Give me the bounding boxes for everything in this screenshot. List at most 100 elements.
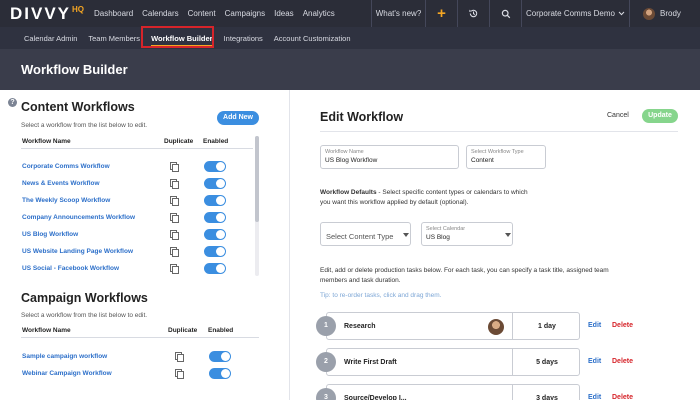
- history-button[interactable]: [457, 0, 489, 27]
- enabled-toggle[interactable]: [204, 178, 226, 189]
- workflow-link[interactable]: Company Announcements Workflow: [22, 214, 135, 221]
- duplicate-icon[interactable]: [170, 213, 179, 223]
- workflow-defaults-text: Workflow Defaults - Select specific cont…: [320, 188, 660, 208]
- task-card[interactable]: Write First Draft 5 days: [326, 348, 580, 376]
- nav-dashboard[interactable]: Dashboard: [94, 9, 133, 18]
- task-duration: 5 days: [536, 359, 558, 366]
- enabled-toggle[interactable]: [209, 368, 231, 379]
- cancel-button[interactable]: Cancel: [607, 112, 629, 119]
- nav-content[interactable]: Content: [188, 9, 216, 18]
- col-workflow-name: Workflow Name: [22, 138, 71, 145]
- help-icon[interactable]: ?: [8, 98, 17, 107]
- toggle-knob: [221, 369, 230, 378]
- enabled-toggle[interactable]: [204, 229, 226, 240]
- nav-ideas[interactable]: Ideas: [274, 9, 294, 18]
- workflow-link[interactable]: Corporate Comms Workflow: [22, 163, 110, 170]
- duplicate-icon-front: [172, 181, 179, 189]
- task-row[interactable]: 3 Source/Develop I... 3 days: [316, 384, 580, 400]
- task-edit-link[interactable]: Edit: [588, 322, 601, 329]
- subnav-calendar-admin[interactable]: Calendar Admin: [24, 34, 77, 43]
- task-row[interactable]: 1 Research 1 day: [316, 312, 580, 340]
- toggle-knob: [216, 230, 225, 239]
- nav-campaigns[interactable]: Campaigns: [225, 9, 265, 18]
- col-workflow-name: Workflow Name: [22, 327, 71, 334]
- scrollbar-thumb[interactable]: [255, 136, 259, 222]
- search-icon: [501, 9, 510, 18]
- workflow-type-value: Content: [471, 157, 494, 164]
- duplicate-icon[interactable]: [170, 162, 179, 172]
- subnav-account-customization[interactable]: Account Customization: [274, 34, 351, 43]
- app-root: DIVVY HQ Dashboard Calendars Content Cam…: [0, 0, 700, 400]
- enabled-toggle[interactable]: [204, 246, 226, 257]
- plus-icon: +: [437, 5, 446, 22]
- enabled-toggle[interactable]: [204, 212, 226, 223]
- workflow-link[interactable]: News & Events Workflow: [22, 180, 100, 187]
- workflow-name-field[interactable]: Workflow Name US Blog Workflow: [320, 145, 459, 169]
- toggle-knob: [216, 264, 225, 273]
- header-divider: [21, 148, 253, 149]
- divvyhq-logo[interactable]: DIVVY HQ: [10, 4, 94, 24]
- org-selector-label: Corporate Comms Demo: [526, 9, 615, 18]
- task-delete-link[interactable]: Delete: [612, 322, 633, 329]
- update-button[interactable]: Update: [642, 109, 678, 123]
- task-delete-link[interactable]: Delete: [612, 358, 633, 365]
- task-edit-link[interactable]: Edit: [588, 358, 601, 365]
- workflow-link[interactable]: US Blog Workflow: [22, 231, 78, 238]
- subnav-team-members[interactable]: Team Members: [88, 34, 140, 43]
- org-selector[interactable]: Corporate Comms Demo: [521, 0, 629, 27]
- chevron-down-icon: [618, 11, 625, 16]
- nav-calendars[interactable]: Calendars: [142, 9, 178, 18]
- enabled-toggle[interactable]: [204, 161, 226, 172]
- task-row[interactable]: 2 Write First Draft 5 days: [316, 348, 580, 376]
- task-card[interactable]: Research 1 day: [326, 312, 580, 340]
- enabled-toggle[interactable]: [204, 195, 226, 206]
- col-enabled: Enabled: [203, 138, 229, 145]
- add-new-button[interactable]: Add New: [217, 111, 259, 125]
- subnav-integrations[interactable]: Integrations: [224, 34, 263, 43]
- workflow-type-label: Select Workflow Type: [471, 149, 524, 155]
- task-number: 2: [316, 352, 336, 372]
- workflow-link[interactable]: US Website Landing Page Workflow: [22, 248, 133, 255]
- duplicate-icon[interactable]: [175, 352, 184, 362]
- workflow-name-label: Workflow Name: [325, 149, 364, 155]
- content-type-select[interactable]: Select Content Type: [320, 222, 411, 246]
- duplicate-icon[interactable]: [170, 230, 179, 240]
- duplicate-icon[interactable]: [170, 179, 179, 189]
- duplicate-icon-front: [177, 354, 184, 362]
- enabled-toggle[interactable]: [204, 263, 226, 274]
- duplicate-icon-front: [172, 232, 179, 240]
- task-card[interactable]: Source/Develop I... 3 days: [326, 384, 580, 400]
- header-divider: [21, 337, 259, 338]
- search-button[interactable]: [489, 0, 521, 27]
- workflow-link[interactable]: Webinar Campaign Workflow: [22, 370, 112, 377]
- nav-analytics[interactable]: Analytics: [303, 9, 335, 18]
- caret-down-icon: [403, 233, 409, 237]
- user-menu[interactable]: Brody: [629, 0, 700, 27]
- task-delete-link[interactable]: Delete: [612, 394, 633, 400]
- duplicate-icon-front: [177, 371, 184, 379]
- whats-new-button[interactable]: What's new?: [371, 0, 425, 27]
- duplicate-icon-front: [172, 198, 179, 206]
- whats-new-label: What's new?: [375, 9, 422, 18]
- workflow-link[interactable]: The Weekly Scoop Workflow: [22, 197, 110, 204]
- top-nav: DIVVY HQ Dashboard Calendars Content Cam…: [0, 0, 700, 27]
- calendar-select[interactable]: Select Calendar US Blog: [421, 222, 513, 246]
- duplicate-icon[interactable]: [170, 247, 179, 257]
- calendar-label: Select Calendar: [426, 226, 466, 232]
- task-number: 1: [316, 316, 336, 336]
- enabled-toggle[interactable]: [209, 351, 231, 362]
- toggle-knob: [216, 196, 225, 205]
- duplicate-icon-front: [172, 266, 179, 274]
- workflow-type-select[interactable]: Select Workflow Type Content: [466, 145, 546, 169]
- task-edit-link[interactable]: Edit: [588, 394, 601, 400]
- workflow-link[interactable]: Sample campaign workflow: [22, 353, 107, 360]
- toggle-knob: [216, 162, 225, 171]
- add-button[interactable]: +: [425, 0, 457, 27]
- duplicate-icon[interactable]: [170, 264, 179, 274]
- workflow-link[interactable]: US Social - Facebook Workflow: [22, 265, 119, 272]
- campaign-workflows-title: Campaign Workflows: [21, 291, 148, 305]
- admin-subnav: Calendar Admin Team Members Workflow Bui…: [0, 27, 700, 49]
- duplicate-icon[interactable]: [175, 369, 184, 379]
- duplicate-icon[interactable]: [170, 196, 179, 206]
- workflow-name-value: US Blog Workflow: [325, 157, 378, 164]
